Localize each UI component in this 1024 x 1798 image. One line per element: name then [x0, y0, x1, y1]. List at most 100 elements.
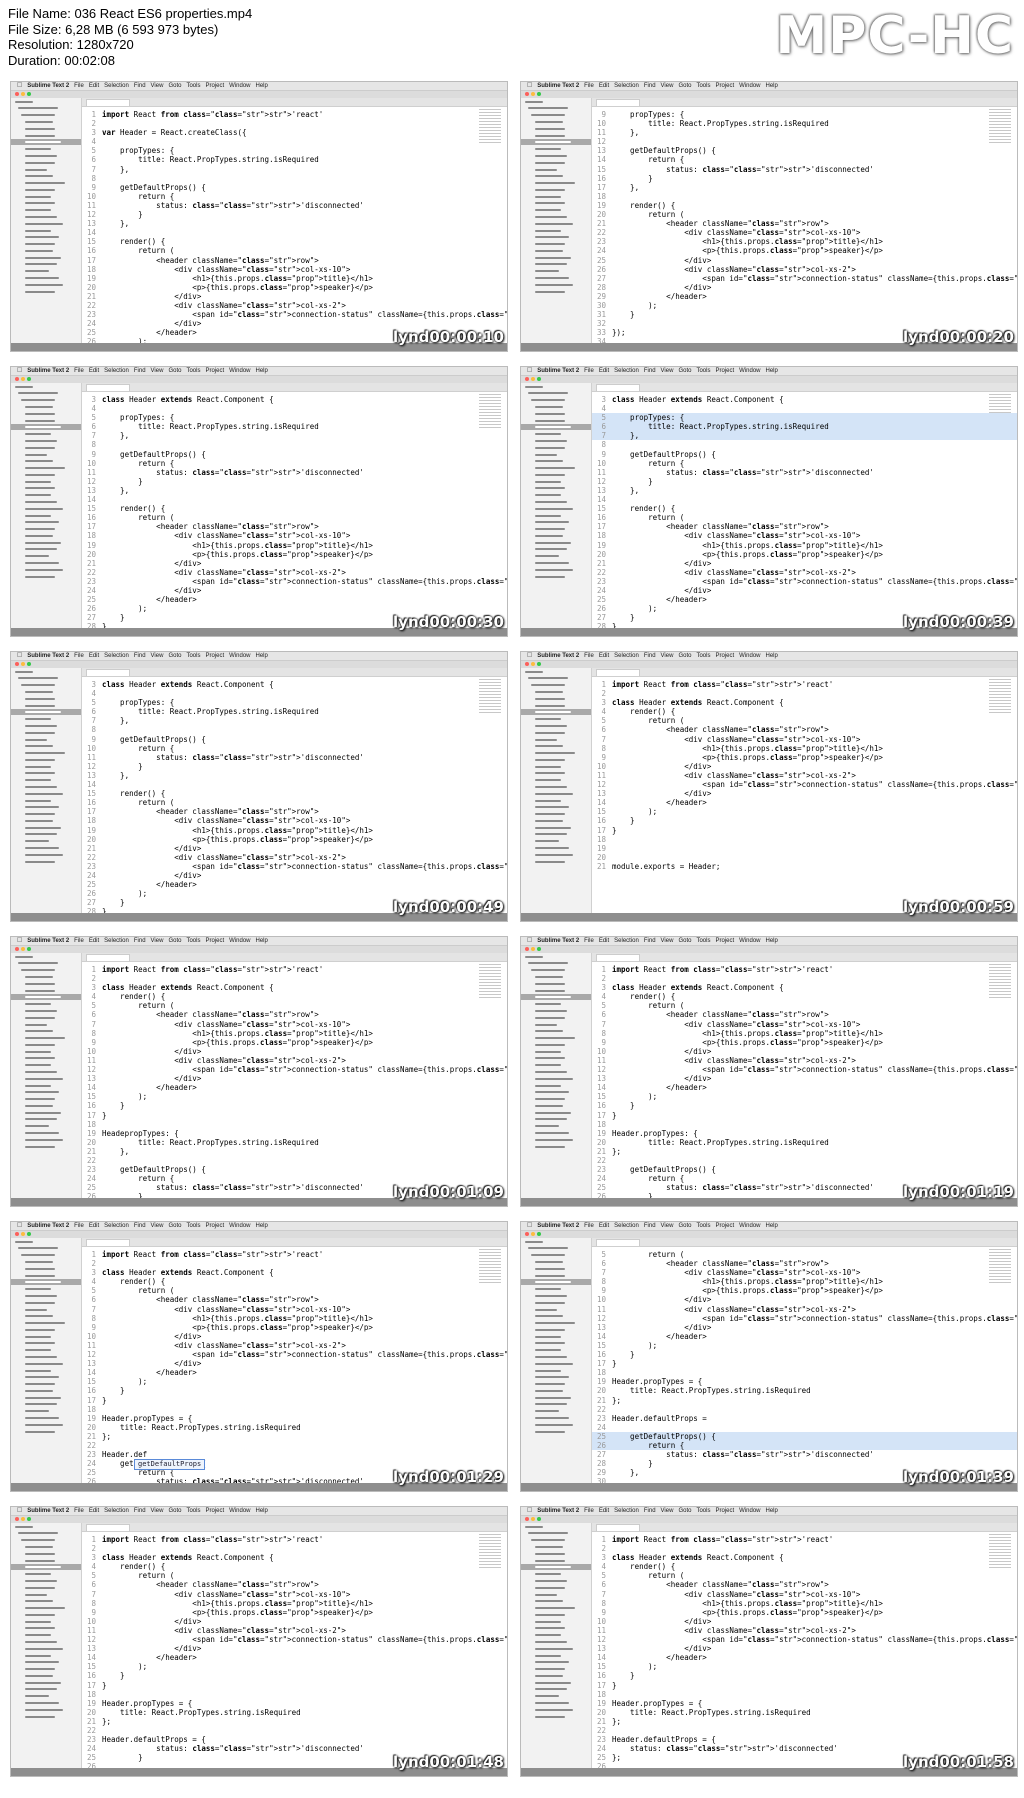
menu-item[interactable]: Help [256, 1223, 268, 1229]
menu-item[interactable]: File [74, 1223, 84, 1229]
sidebar-item[interactable] [521, 451, 591, 457]
sidebar-item[interactable] [11, 669, 81, 675]
sidebar-item[interactable] [521, 1564, 591, 1571]
sidebar-item[interactable] [521, 682, 591, 688]
menu-item[interactable]: Goto [168, 368, 181, 374]
apple-icon[interactable]:  [17, 82, 22, 89]
sidebar-item[interactable] [11, 384, 81, 390]
sidebar-item[interactable] [521, 858, 591, 864]
sidebar-item[interactable] [11, 1137, 81, 1143]
menu-item[interactable]: File [74, 653, 84, 659]
sidebar-item[interactable] [11, 492, 81, 498]
sidebar-item[interactable] [11, 1279, 81, 1286]
menu-item[interactable]: Tools [186, 653, 200, 659]
sidebar-item[interactable] [11, 1693, 81, 1699]
sidebar-item[interactable] [521, 1116, 591, 1122]
tab-file[interactable] [596, 1524, 640, 1531]
close-dot-icon[interactable] [15, 1517, 19, 1521]
sidebar-item[interactable] [11, 1347, 81, 1353]
sidebar-item[interactable] [11, 214, 81, 220]
sidebar-item[interactable] [521, 689, 591, 695]
sidebar-item[interactable] [521, 1619, 591, 1625]
menu-item[interactable]: Sublime Text 2 [537, 653, 579, 659]
menu-item[interactable]: Window [229, 83, 250, 89]
menu-item[interactable]: Find [134, 83, 146, 89]
sidebar-item[interactable] [11, 730, 81, 736]
sidebar-item[interactable] [521, 988, 591, 994]
menu-item[interactable]: Sublime Text 2 [27, 1508, 69, 1514]
menu-item[interactable]: View [151, 83, 164, 89]
sidebar-item[interactable] [521, 845, 591, 851]
sidebar-item[interactable] [521, 404, 591, 410]
sidebar-item[interactable] [11, 954, 81, 960]
sidebar-item[interactable] [521, 1306, 591, 1312]
minimize-dot-icon[interactable] [21, 377, 25, 381]
close-dot-icon[interactable] [525, 1517, 529, 1521]
sidebar-item[interactable] [521, 1340, 591, 1346]
menu-item[interactable]: Tools [696, 368, 710, 374]
menu-item[interactable]: Selection [614, 83, 639, 89]
sidebar-item[interactable] [11, 1530, 81, 1536]
sidebar-item[interactable] [521, 1130, 591, 1136]
sidebar-item[interactable] [521, 1361, 591, 1367]
sidebar-item[interactable] [521, 1082, 591, 1088]
menu-item[interactable]: Goto [168, 938, 181, 944]
menu-item[interactable]: Find [134, 653, 146, 659]
sidebar-item[interactable] [11, 1306, 81, 1312]
menu-item[interactable]: File [584, 83, 594, 89]
video-thumbnail[interactable]: Sublime Text 2FileEditSelectionFindView… [520, 81, 1018, 352]
menu-item[interactable]: Selection [614, 1508, 639, 1514]
sidebar-item[interactable] [11, 1422, 81, 1428]
sidebar-item[interactable] [521, 1707, 591, 1713]
sidebar-item[interactable] [11, 709, 81, 716]
sidebar-item[interactable] [11, 255, 81, 261]
sidebar-item[interactable] [521, 1585, 591, 1591]
menu-item[interactable]: Project [715, 1508, 734, 1514]
sidebar-item[interactable] [11, 1055, 81, 1061]
sidebar-item[interactable] [521, 546, 591, 552]
sidebar-item[interactable] [11, 546, 81, 552]
menu-item[interactable]: Tools [696, 83, 710, 89]
menu-item[interactable]: Find [134, 1508, 146, 1514]
sidebar-item[interactable] [11, 1585, 81, 1591]
sidebar-item[interactable] [521, 1320, 591, 1326]
sidebar-item[interactable] [11, 1537, 81, 1543]
sidebar-item[interactable] [521, 1252, 591, 1258]
sidebar-item[interactable] [521, 1422, 591, 1428]
sidebar-item[interactable] [521, 1239, 591, 1245]
sidebar-item[interactable] [521, 1537, 591, 1543]
menu-item[interactable]: Help [766, 368, 778, 374]
menu-item[interactable]: Help [766, 83, 778, 89]
apple-icon[interactable]:  [17, 1222, 22, 1229]
sidebar-item[interactable] [521, 723, 591, 729]
video-thumbnail[interactable]: Sublime Text 2FileEditSelectionFindView… [10, 651, 508, 922]
menu-item[interactable]: Tools [186, 938, 200, 944]
sidebar-item[interactable] [521, 1625, 591, 1631]
sidebar-item[interactable] [521, 397, 591, 403]
sidebar-item[interactable] [521, 1008, 591, 1014]
sidebar-item[interactable] [521, 736, 591, 742]
sidebar-item[interactable] [11, 1116, 81, 1122]
menu-item[interactable]: View [661, 938, 674, 944]
menu-item[interactable]: Goto [678, 653, 691, 659]
autocomplete-popup[interactable]: getDefaultProps [134, 1459, 206, 1471]
sidebar-item[interactable] [11, 1388, 81, 1394]
zoom-dot-icon[interactable] [27, 662, 31, 666]
code-editor[interactable]: 1 import React from class="class="str">st… [82, 1532, 507, 1768]
code-editor[interactable]: 1 import React from class="class="str">st… [592, 677, 1017, 913]
menu-item[interactable]: Selection [104, 653, 129, 659]
sidebar-item[interactable] [521, 214, 591, 220]
sidebar-item[interactable] [11, 194, 81, 200]
menu-item[interactable]: File [74, 83, 84, 89]
sidebar-item[interactable] [11, 1524, 81, 1530]
sidebar-item[interactable] [11, 1035, 81, 1041]
sidebar-item[interactable] [521, 1524, 591, 1530]
sidebar-item[interactable] [11, 994, 81, 1001]
apple-icon[interactable]:  [527, 937, 532, 944]
sidebar-item[interactable] [11, 397, 81, 403]
sidebar-item[interactable] [521, 1639, 591, 1645]
sidebar-item[interactable] [11, 1259, 81, 1265]
sidebar-item[interactable] [521, 1544, 591, 1550]
sidebar-item[interactable] [11, 1713, 81, 1719]
sidebar-item[interactable] [521, 180, 591, 186]
